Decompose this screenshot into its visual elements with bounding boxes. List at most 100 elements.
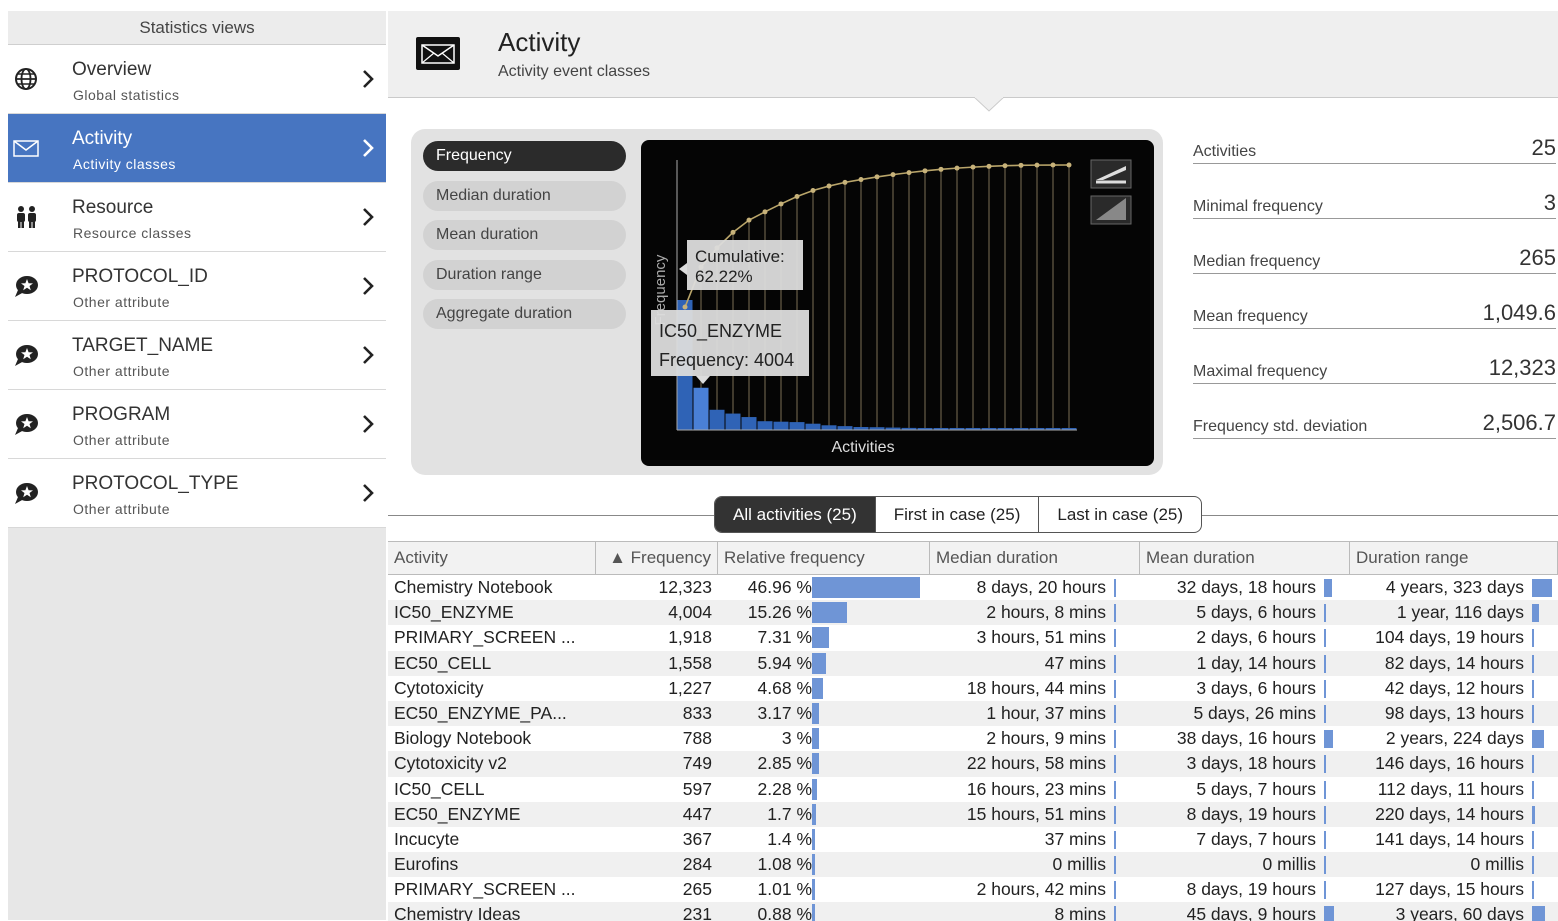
median-duration-bar [1114,579,1116,597]
column-header-activity[interactable]: Activity [388,542,596,574]
cell-median-duration: 1 hour, 37 mins [930,701,1140,726]
relative-frequency-value: 0.88 % [757,904,812,921]
metric-median-duration-button[interactable]: Median duration [423,180,626,211]
chart-bar[interactable] [709,409,725,430]
cell-activity: Chemistry Notebook [394,577,553,597]
cell-duration-range: 42 days, 12 hours [1350,676,1558,701]
column-header-mean-duration[interactable]: Mean duration [1140,542,1350,574]
table-row[interactable]: Chemistry Notebook 12,323 46.96 % 8 days, 2… [388,575,1558,600]
tab-last-in-case[interactable]: Last in case (25) [1039,497,1201,532]
cell-duration-range: 2 years, 224 days [1350,726,1558,751]
cell-frequency: 4,004 [668,602,712,623]
stat-maximal-frequency: Maximal frequency 12,323 [1193,353,1556,384]
relative-frequency-bar [812,828,816,850]
stat-mean-frequency: Mean frequency 1,049.6 [1193,298,1556,329]
column-header-median-duration[interactable]: Median duration [930,542,1140,574]
chart-bar[interactable] [741,417,757,430]
chart-bar[interactable] [837,426,853,430]
table-row[interactable]: IC50_CELL 597 2.28 % 16 hours, 23 mins 5 day… [388,777,1558,802]
table-row[interactable]: PRIMARY_SCREEN ... 1,918 7.31 % 3 hours, 51… [388,625,1558,650]
envelope-icon [416,37,460,70]
cell-activity: PRIMARY_SCREEN ... [394,879,576,900]
tab-all-activities[interactable]: All activities (25) [715,497,876,532]
metric-mean-duration-button[interactable]: Mean duration [423,220,626,250]
sidebar-item-protocol-type[interactable]: PROTOCOL_TYPE Other attribute [8,459,386,528]
table-row[interactable]: Chemistry Ideas 231 0.88 % 8 mins 45 days, 9… [388,902,1558,921]
table-row[interactable]: Cytotoxicity 1,227 4.68 % 18 hours, 44 mins… [388,676,1558,701]
page-title: Activity [498,27,581,57]
cumulative-point [1050,162,1056,168]
sidebar-item-protocol-id[interactable]: PROTOCOL_ID Other attribute [8,252,386,321]
sidebar-item-program[interactable]: PROGRAM Other attribute [8,390,386,459]
cell-frequency: 833 [682,702,712,723]
cell-mean-duration: 3 days, 6 hours [1140,676,1350,701]
chart-area[interactable]: Activities Frequency Cumulative: 62.22% … [641,140,1154,466]
chevron-right-icon [362,483,374,503]
relative-frequency-bar [812,854,815,876]
chart-bar[interactable] [789,422,805,430]
cell-activity: Incucyte [394,828,460,849]
sidebar-item-title: PROTOCOL_ID [72,266,208,287]
duration-range-value: 2 years, 224 days [1385,728,1524,749]
cumulative-point [858,177,864,183]
cell-median-duration: 3 hours, 51 mins [930,625,1140,650]
cell-mean-duration: 0 millis [1140,852,1350,877]
relative-frequency-bar [812,702,820,724]
duration-range-bar [1532,856,1534,875]
cell-median-duration: 2 hours, 9 mins [930,726,1140,751]
chart-bar[interactable] [805,423,821,430]
relative-frequency-bar [812,652,826,674]
mean-duration-bar [1324,679,1326,698]
column-header-frequency[interactable]: ▲ Frequency [596,542,718,574]
sidebar-item-target-name[interactable]: TARGET_NAME Other attribute [8,321,386,390]
metric-frequency-button[interactable]: Frequency [423,141,626,171]
column-header-relative-frequency[interactable]: Relative frequency [718,542,930,574]
column-header-duration-range[interactable]: Duration range [1350,542,1558,574]
sidebar-item-subtitle: Activity classes [73,156,176,172]
chart-bar[interactable] [773,421,789,430]
cell-median-duration: 22 hours, 58 mins [930,751,1140,776]
table-row[interactable]: Eurofins 284 1.08 % 0 millis 0 millis 0 milli… [388,852,1558,878]
chart-bar[interactable] [757,421,773,430]
linear-scale-toggle[interactable] [1090,159,1132,189]
stat-label: Frequency std. deviation [1193,418,1368,435]
table-row[interactable]: IC50_ENZYME 4,004 15.26 % 2 hours, 8 mins 5 … [388,600,1558,626]
chart-bar[interactable] [821,425,837,430]
tab-first-in-case[interactable]: First in case (25) [876,497,1040,532]
mean-duration-bar [1324,755,1326,774]
table-row[interactable]: Incucyte 367 1.4 % 37 mins 7 days, 7 hours 14… [388,827,1558,852]
speech-bubble-star-icon [12,481,40,505]
cell-median-duration: 2 hours, 8 mins [930,600,1140,625]
cell-median-duration: 0 millis [930,852,1140,877]
table-row[interactable]: EC50_ENZYME 447 1.7 % 15 hours, 51 mins 8 da… [388,801,1558,827]
header-pointer [974,97,1004,112]
median-duration-value: 3 hours, 51 mins [976,627,1106,648]
duration-range-bar [1532,830,1534,849]
metric-duration-range-button[interactable]: Duration range [423,259,626,290]
table-row[interactable]: Cytotoxicity v2 749 2.85 % 22 hours, 58 min… [388,751,1558,777]
distribution-chart[interactable]: Activities Frequency Cumulative: 62.22% … [641,140,1154,466]
area-scale-toggle[interactable] [1090,195,1132,225]
cell-frequency: 367 [682,828,712,849]
sidebar-item-resource[interactable]: Resource Resource classes [8,183,386,252]
cell-mean-duration: 2 days, 6 hours [1140,625,1350,650]
duration-range-value: 104 days, 19 hours [1375,627,1524,648]
stat-median-frequency: Median frequency 265 [1193,243,1556,274]
table-row[interactable]: PRIMARY_SCREEN ... 265 1.01 % 2 hours, 42 m… [388,877,1558,902]
sidebar-item-overview[interactable]: Overview Global statistics [8,45,386,114]
table-row[interactable]: Biology Notebook 788 3 % 2 hours, 9 mins 38 … [388,726,1558,751]
cumulative-point [986,163,992,169]
relative-frequency-bar [812,602,848,624]
table-row[interactable]: EC50_CELL 1,558 5.94 % 47 mins 1 day, 14 hou… [388,650,1558,676]
median-duration-value: 1 hour, 37 mins [986,702,1106,723]
sidebar-header: Statistics views [8,11,386,45]
cumulative-point [826,183,832,189]
chart-bar[interactable] [693,387,709,430]
sidebar-item-activity[interactable]: Activity Activity classes [8,114,386,183]
cumulative-point [922,168,928,174]
table-row[interactable]: EC50_ENZYME_PA... 833 3.17 % 1 hour, 37 min… [388,700,1558,727]
chart-bar[interactable] [725,413,741,430]
metric-aggregate-duration-button[interactable]: Aggregate duration [423,299,626,329]
sidebar-item-title: TARGET_NAME [72,335,214,356]
cell-median-duration: 2 hours, 42 mins [930,877,1140,902]
